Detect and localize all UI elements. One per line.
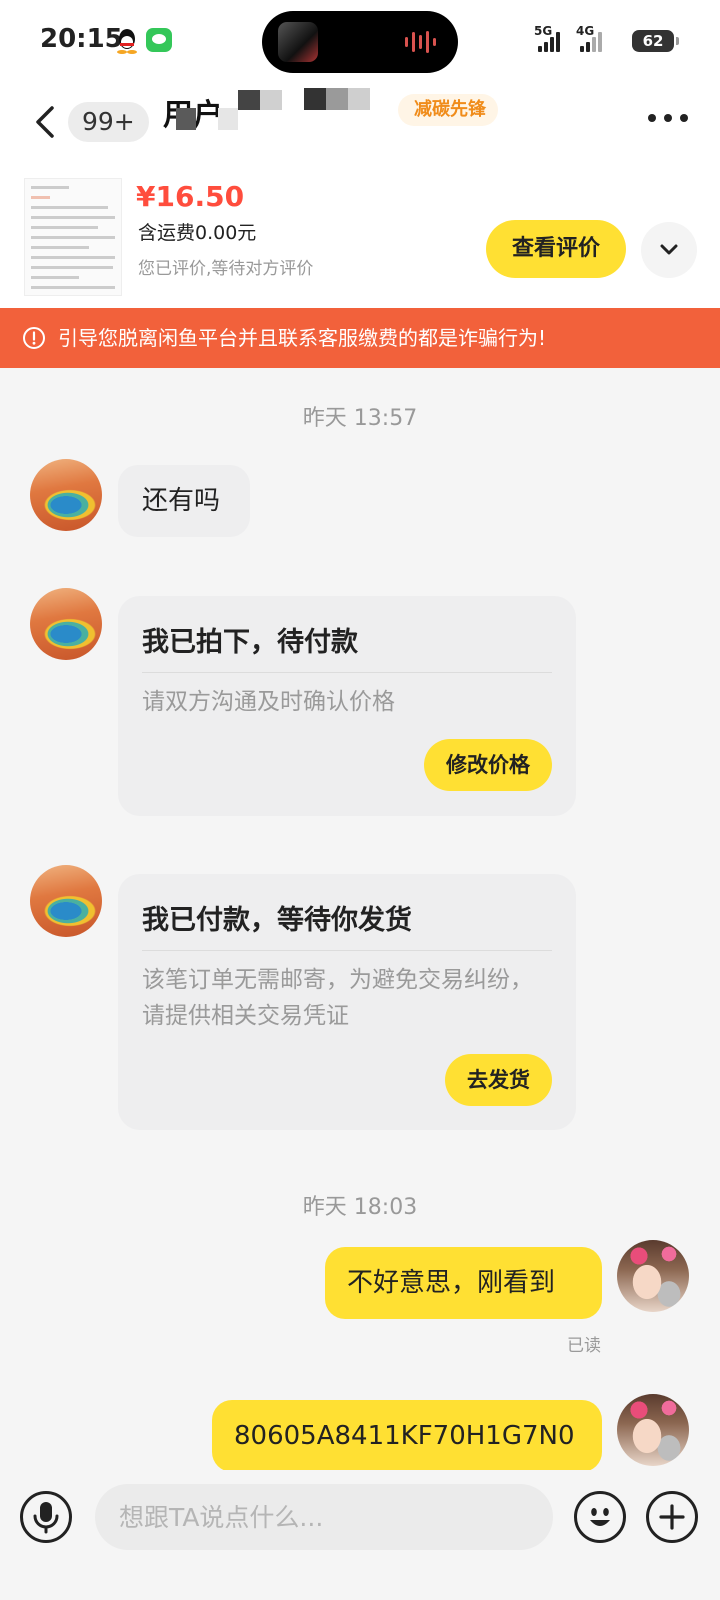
audio-wave-icon [405, 31, 436, 53]
card-title: 我已拍下，待付款 [142, 627, 358, 658]
plus-icon[interactable] [646, 1491, 698, 1543]
alert-circle-icon [23, 327, 45, 349]
message-input-bar [0, 1470, 720, 1600]
status-time: 20:15 [40, 24, 123, 54]
chevron-down-icon [660, 244, 678, 255]
read-status: 已读 [567, 1336, 601, 1356]
shipping-fee: 含运费0.00元 [138, 222, 257, 244]
card-title: 我已付款，等待你发货 [142, 905, 412, 936]
redacted-block [260, 90, 282, 110]
view-review-button[interactable]: 查看评价 [486, 220, 626, 278]
review-status: 您已评价,等待对方评价 [138, 259, 314, 279]
ship-goods-button[interactable]: 去发货 [445, 1054, 552, 1106]
redacted-block [304, 88, 326, 110]
contact-avatar[interactable] [30, 588, 102, 660]
card-divider [142, 950, 552, 951]
dynamic-island [262, 11, 458, 73]
unread-count-badge[interactable]: 99+ [68, 102, 149, 142]
fraud-warning-banner: 引导您脱离闲鱼平台并且联系客服缴费的都是诈骗行为! [0, 308, 720, 368]
chat-timestamp: 昨天 13:57 [302, 406, 418, 431]
microphone-icon[interactable] [20, 1491, 72, 1543]
redacted-block [348, 88, 370, 110]
redacted-block [176, 108, 196, 130]
qq-icon [117, 29, 137, 54]
warning-text: 引导您脱离闲鱼平台并且联系客服缴费的都是诈骗行为! [58, 326, 547, 350]
redacted-block [326, 88, 348, 110]
my-avatar[interactable] [617, 1394, 689, 1466]
message-bubble[interactable]: 还有吗 [118, 465, 250, 537]
message-bubble[interactable]: 不好意思，刚看到 [325, 1247, 602, 1319]
battery-icon: 62 [632, 30, 679, 52]
redacted-block [238, 90, 260, 110]
card-description: 该笔订单无需邮寄，为避免交易纠纷，请提供相关交易凭证 [142, 967, 533, 1029]
signal-5g-icon: 5G [534, 24, 560, 52]
smiley-icon[interactable] [574, 1491, 626, 1543]
status-bar: 20:15 5G 4G 62 [0, 0, 720, 80]
contact-avatar[interactable] [30, 865, 102, 937]
redacted-block [218, 108, 238, 130]
card-description: 请双方沟通及时确认价格 [142, 689, 395, 715]
more-dots-icon[interactable] [646, 112, 690, 124]
product-summary[interactable]: ¥16.50 含运费0.00元 您已评价,等待对方评价 查看评价 [0, 168, 720, 308]
message-input[interactable] [95, 1484, 553, 1550]
order-status-card[interactable]: 我已付款，等待你发货 该笔订单无需邮寄，为避免交易纠纷，请提供相关交易凭证 去发… [118, 874, 576, 1130]
message-bubble[interactable]: 80605A8411KF70H1G7N0 [212, 1400, 602, 1472]
expand-button[interactable] [641, 222, 697, 278]
music-cover-icon [278, 22, 318, 62]
chat-timestamp: 昨天 18:03 [302, 1195, 418, 1220]
modify-price-button[interactable]: 修改价格 [424, 739, 552, 791]
message-app-icon [146, 28, 172, 52]
card-divider [142, 672, 552, 673]
product-thumbnail[interactable] [24, 178, 122, 296]
chat-header: 99+ 用户 减碳先锋 [0, 80, 720, 168]
my-avatar[interactable] [617, 1240, 689, 1312]
user-tag: 减碳先锋 [398, 94, 498, 126]
chevron-left-icon[interactable] [30, 102, 60, 142]
product-price: ¥16.50 [136, 180, 245, 213]
signal-4g-icon: 4G [576, 24, 602, 52]
contact-avatar[interactable] [30, 459, 102, 531]
order-status-card[interactable]: 我已拍下，待付款 请双方沟通及时确认价格 修改价格 [118, 596, 576, 816]
